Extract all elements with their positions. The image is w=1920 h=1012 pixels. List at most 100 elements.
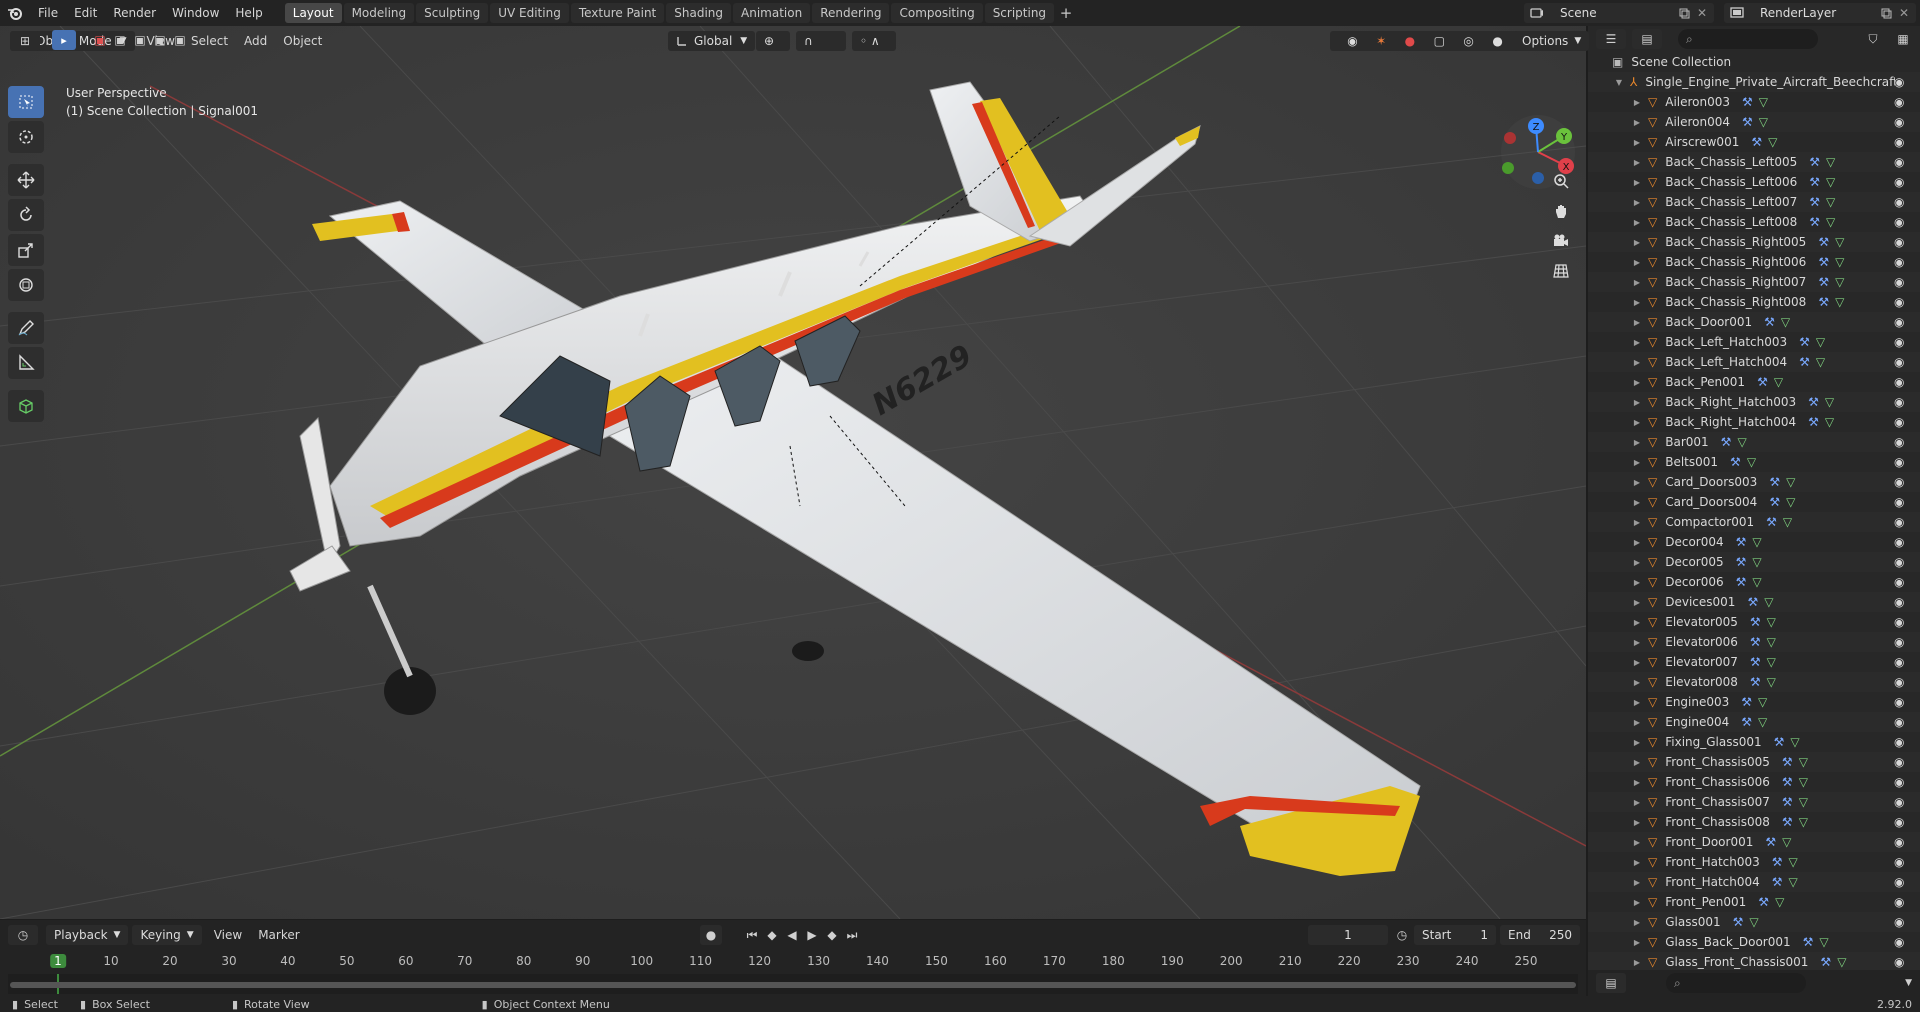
- expand-arrow-icon[interactable]: ▶: [1632, 198, 1642, 207]
- outliner-item[interactable]: ▶ ▽ Back_Door001 ⚒ ▽ ◉: [1588, 312, 1920, 332]
- eye-icon[interactable]: ◉: [1894, 235, 1904, 249]
- select-extend-icon[interactable]: ▣: [110, 30, 130, 50]
- eye-icon[interactable]: ◉: [1894, 95, 1904, 109]
- mesh-data-icon[interactable]: ▽: [1835, 295, 1844, 309]
- outliner-item[interactable]: ▶ ▽ Back_Right_Hatch004 ⚒ ▽ ◉: [1588, 412, 1920, 432]
- mesh-data-icon[interactable]: ▽: [1752, 535, 1761, 549]
- display-mode-icon[interactable]: ▤: [1632, 29, 1662, 49]
- modifier-wrench-icon[interactable]: ⚒: [1750, 615, 1761, 629]
- start-frame-field[interactable]: Start 1: [1414, 925, 1496, 945]
- 3d-viewport[interactable]: N6229 X Y Z: [0, 26, 1586, 919]
- eye-icon[interactable]: ◉: [1894, 155, 1904, 169]
- modifier-wrench-icon[interactable]: ⚒: [1772, 855, 1783, 869]
- eye-icon[interactable]: ◉: [1894, 375, 1904, 389]
- select-box-tool[interactable]: [8, 86, 44, 118]
- play-reverse-icon[interactable]: ◀: [782, 925, 802, 945]
- tab-sculpting[interactable]: Sculpting: [416, 3, 489, 23]
- timeline-editor-type-icon[interactable]: ◷: [8, 925, 38, 945]
- options-button[interactable]: Options ▼: [1514, 31, 1590, 51]
- scale-tool[interactable]: [8, 234, 44, 266]
- modifier-wrench-icon[interactable]: ⚒: [1747, 595, 1758, 609]
- expand-arrow-icon[interactable]: ▶: [1632, 278, 1642, 287]
- outliner-item[interactable]: ▶ ▽ Back_Chassis_Left005 ⚒ ▽ ◉: [1588, 152, 1920, 172]
- menu-help[interactable]: Help: [227, 6, 270, 20]
- modifier-wrench-icon[interactable]: ⚒: [1769, 495, 1780, 509]
- mesh-data-icon[interactable]: ▽: [1767, 635, 1776, 649]
- outliner-item[interactable]: ▶ ▽ Elevator007 ⚒ ▽ ◉: [1588, 652, 1920, 672]
- end-frame-field[interactable]: End 250: [1500, 925, 1580, 945]
- modifier-wrench-icon[interactable]: ⚒: [1799, 355, 1810, 369]
- select-invert-icon[interactable]: ▣: [150, 30, 170, 50]
- expand-arrow-icon[interactable]: ▶: [1632, 238, 1642, 247]
- expand-arrow-icon[interactable]: ▶: [1632, 818, 1642, 827]
- menu-render[interactable]: Render: [105, 6, 164, 20]
- expand-arrow-icon[interactable]: ▶: [1632, 318, 1642, 327]
- outliner-item[interactable]: ▶ ▽ Back_Left_Hatch004 ⚒ ▽ ◉: [1588, 352, 1920, 372]
- outliner-item[interactable]: ▶ ▽ Back_Right_Hatch003 ⚒ ▽ ◉: [1588, 392, 1920, 412]
- mesh-data-icon[interactable]: ▽: [1790, 735, 1799, 749]
- expand-arrow-icon[interactable]: ▶: [1632, 638, 1642, 647]
- gizmo-toggle-icon[interactable]: ✶: [1376, 31, 1386, 51]
- modifier-wrench-icon[interactable]: ⚒: [1751, 135, 1762, 149]
- mesh-data-icon[interactable]: ▽: [1799, 755, 1808, 769]
- tab-shading[interactable]: Shading: [666, 3, 731, 23]
- outliner-item[interactable]: ▶ ▽ Front_Chassis005 ⚒ ▽ ◉: [1588, 752, 1920, 772]
- outliner-item[interactable]: ▶ ▽ Decor006 ⚒ ▽ ◉: [1588, 572, 1920, 592]
- eye-icon[interactable]: ◉: [1894, 215, 1904, 229]
- outliner-item[interactable]: ▶ ▽ Front_Pen001 ⚒ ▽ ◉: [1588, 892, 1920, 912]
- mesh-data-icon[interactable]: ▽: [1826, 195, 1835, 209]
- modifier-wrench-icon[interactable]: ⚒: [1742, 115, 1753, 129]
- tab-modeling[interactable]: Modeling: [343, 3, 415, 23]
- modifier-wrench-icon[interactable]: ⚒: [1765, 835, 1776, 849]
- play-icon[interactable]: ▶: [802, 925, 822, 945]
- outliner-item[interactable]: ▶ ▽ Back_Chassis_Right006 ⚒ ▽ ◉: [1588, 252, 1920, 272]
- mesh-data-icon[interactable]: ▽: [1752, 575, 1761, 589]
- outliner-item[interactable]: ▶ ▽ Back_Chassis_Left008 ⚒ ▽ ◉: [1588, 212, 1920, 232]
- select-mode-buttons[interactable]: ▸ ▣ ▣ ▣ ▣ ▣: [52, 30, 190, 50]
- modifier-wrench-icon[interactable]: ⚒: [1782, 815, 1793, 829]
- modifier-wrench-icon[interactable]: ⚒: [1782, 795, 1793, 809]
- outliner-item[interactable]: ▶ ▽ Front_Hatch004 ⚒ ▽ ◉: [1588, 872, 1920, 892]
- modifier-wrench-icon[interactable]: ⚒: [1736, 575, 1747, 589]
- eye-icon[interactable]: ◉: [1894, 855, 1904, 869]
- mesh-data-icon[interactable]: ▽: [1747, 455, 1756, 469]
- mesh-data-icon[interactable]: ▽: [1826, 175, 1835, 189]
- eye-icon[interactable]: ◉: [1894, 935, 1904, 949]
- editor-type-icon[interactable]: ⊞: [10, 31, 40, 51]
- current-frame-field[interactable]: 1: [1308, 925, 1388, 945]
- eye-icon[interactable]: ◉: [1894, 555, 1904, 569]
- mesh-data-icon[interactable]: ▽: [1789, 875, 1798, 889]
- eye-icon[interactable]: ◉: [1894, 115, 1904, 129]
- scene-selector[interactable]: Scene ✕: [1524, 3, 1714, 23]
- select-intersect-icon[interactable]: ▣: [170, 30, 190, 50]
- modifier-wrench-icon[interactable]: ⚒: [1750, 635, 1761, 649]
- eye-icon[interactable]: ◉: [1894, 435, 1904, 449]
- expand-arrow-icon[interactable]: ▶: [1632, 518, 1642, 527]
- expand-arrow-icon[interactable]: ▶: [1632, 178, 1642, 187]
- outliner-item[interactable]: ▶ ▽ Decor005 ⚒ ▽ ◉: [1588, 552, 1920, 572]
- eye-icon[interactable]: ◉: [1894, 175, 1904, 189]
- mesh-data-icon[interactable]: ▽: [1759, 115, 1768, 129]
- outliner-item[interactable]: ▶ ▽ Back_Chassis_Right005 ⚒ ▽ ◉: [1588, 232, 1920, 252]
- copy-layer-icon[interactable]: [1878, 8, 1894, 19]
- snap-toggle[interactable]: ∩: [796, 31, 846, 51]
- modifier-wrench-icon[interactable]: ⚒: [1799, 335, 1810, 349]
- mesh-data-icon[interactable]: ▽: [1758, 715, 1767, 729]
- outliner-editor-type-icon[interactable]: ☰: [1596, 29, 1626, 49]
- expand-arrow-icon[interactable]: ▶: [1632, 758, 1642, 767]
- mesh-data-icon[interactable]: ▽: [1799, 795, 1808, 809]
- eye-icon[interactable]: ◉: [1894, 455, 1904, 469]
- outliner-item[interactable]: ▶ ▽ Engine003 ⚒ ▽ ◉: [1588, 692, 1920, 712]
- add-workspace-button[interactable]: +: [1056, 3, 1076, 23]
- expand-arrow-icon[interactable]: ▶: [1632, 878, 1642, 887]
- outliner-item[interactable]: ▶ ▽ Back_Chassis_Right008 ⚒ ▽ ◉: [1588, 292, 1920, 312]
- outliner-item[interactable]: ▶ ▽ Bar001 ⚒ ▽ ◉: [1588, 432, 1920, 452]
- modifier-wrench-icon[interactable]: ⚒: [1766, 515, 1777, 529]
- modifier-wrench-icon[interactable]: ⚒: [1757, 375, 1768, 389]
- expand-arrow-icon[interactable]: ▶: [1632, 778, 1642, 787]
- tweak-select-icon[interactable]: ▸: [52, 30, 76, 50]
- jump-start-icon[interactable]: ⏮: [742, 925, 762, 945]
- modifier-wrench-icon[interactable]: ⚒: [1774, 735, 1785, 749]
- playback-menu[interactable]: Playback ▼: [46, 925, 129, 945]
- mesh-data-icon[interactable]: ▽: [1825, 415, 1834, 429]
